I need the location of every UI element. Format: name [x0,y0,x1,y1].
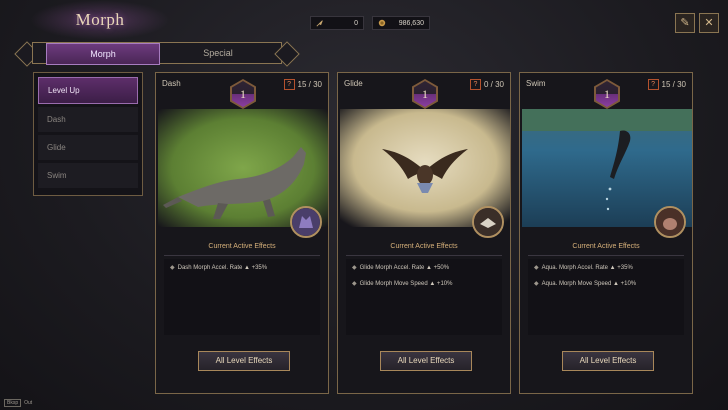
card-progress: ? 15 / 30 [647,79,686,90]
divider [528,255,684,256]
card-progress: ? 0 / 30 [469,79,504,90]
effects-list: ◆ Aqua. Morph Accel. Rate ▲ +35% ◆ Aqua. M… [528,259,684,335]
close-icon: ✕ [704,17,714,29]
bullet-icon: ◆ [352,281,357,287]
key-hint-label: Out [24,400,33,406]
card-name: Glide [344,79,363,88]
level-number: 1 [596,81,618,107]
eagle-avatar-icon [472,206,504,238]
sidebar-item-swim[interactable]: Swim [38,163,138,188]
effect-text: Aqua. Morph Accel. Rate ▲ +35% [541,265,633,271]
currency-feather: 0 [310,16,364,30]
bullet-icon: ◆ [352,265,357,271]
help-icon[interactable]: ? [647,79,659,90]
effect-item: ◆ Aqua. Morph Move Speed ▲ +10% [528,275,684,291]
seal-avatar-icon [654,206,686,238]
effect-text: Glide Morph Accel. Rate ▲ +50% [359,265,450,271]
sidebar-item-level-up[interactable]: Level Up [38,77,138,104]
all-level-effects-button[interactable]: All Level Effects [562,351,654,371]
effects-list: ◆ Glide Morph Accel. Rate ▲ +50% ◆ Glide M… [346,259,502,335]
help-icon[interactable]: ? [283,79,295,90]
level-badge: 1 [412,79,438,109]
scroll-book-icon: ✎ [680,17,690,29]
coin-count: 986,630 [398,19,424,27]
effect-item: ◆ Dash Morph Accel. Rate ▲ +35% [164,259,320,275]
card-name: Dash [162,79,181,88]
key-hint: Bksp [4,399,22,407]
effect-item: ◆ Glide Morph Accel. Rate ▲ +50% [346,259,502,275]
effects-title: Current Active Effects [390,243,458,250]
level-badge: 1 [594,79,620,109]
sidebar-item-dash[interactable]: Dash [38,107,138,132]
bullet-icon: ◆ [534,265,539,271]
all-level-effects-button[interactable]: All Level Effects [380,351,472,371]
feather-icon [316,20,323,27]
morph-card-dash: Dash ? 15 / 30 1 Current Active Effects … [155,72,329,394]
feather-count: 0 [354,19,358,27]
footer-hint: Bksp Out [4,399,32,407]
scroll-book-button[interactable]: ✎ [675,13,695,33]
level-number: 1 [232,81,254,107]
progress-text: 0 / 30 [483,80,504,89]
cat-avatar-icon [290,206,322,238]
sidebar: Level Up Dash Glide Swim [33,72,143,196]
tab-bar: Morph Special [14,40,300,67]
divider [346,255,502,256]
all-level-effects-button[interactable]: All Level Effects [198,351,290,371]
level-badge: 1 [230,79,256,109]
page-title: Morph [75,10,125,29]
coin-icon [378,19,386,27]
morph-card-swim: Swim ? 15 / 30 1 Current Active Effects … [519,72,693,394]
bullet-icon: ◆ [534,281,539,287]
tab-special[interactable]: Special [160,43,276,63]
morph-card-glide: Glide ? 0 / 30 1 Current Active Effects … [337,72,511,394]
effect-item: ◆ Glide Morph Move Speed ▲ +10% [346,275,502,291]
effects-title: Current Active Effects [208,243,276,250]
level-number: 1 [414,81,436,107]
close-button[interactable]: ✕ [699,13,719,33]
effects-title: Current Active Effects [572,243,640,250]
divider [164,255,320,256]
bullet-icon: ◆ [170,265,175,271]
card-progress: ? 15 / 30 [283,79,322,90]
effect-text: Aqua. Morph Move Speed ▲ +10% [541,281,637,287]
sidebar-item-glide[interactable]: Glide [38,135,138,160]
progress-text: 15 / 30 [661,80,686,89]
effect-item: ◆ Aqua. Morph Accel. Rate ▲ +35% [528,259,684,275]
currency-coin: 986,630 [372,16,430,30]
effect-text: Glide Morph Move Speed ▲ +10% [359,281,453,287]
progress-text: 15 / 30 [297,80,322,89]
card-name: Swim [526,79,546,88]
effect-text: Dash Morph Accel. Rate ▲ +35% [177,265,268,271]
effects-list: ◆ Dash Morph Accel. Rate ▲ +35% [164,259,320,335]
currency-bar: 0 986,630 [310,16,430,30]
help-icon[interactable]: ? [469,79,481,90]
tab-morph[interactable]: Morph [46,43,160,65]
